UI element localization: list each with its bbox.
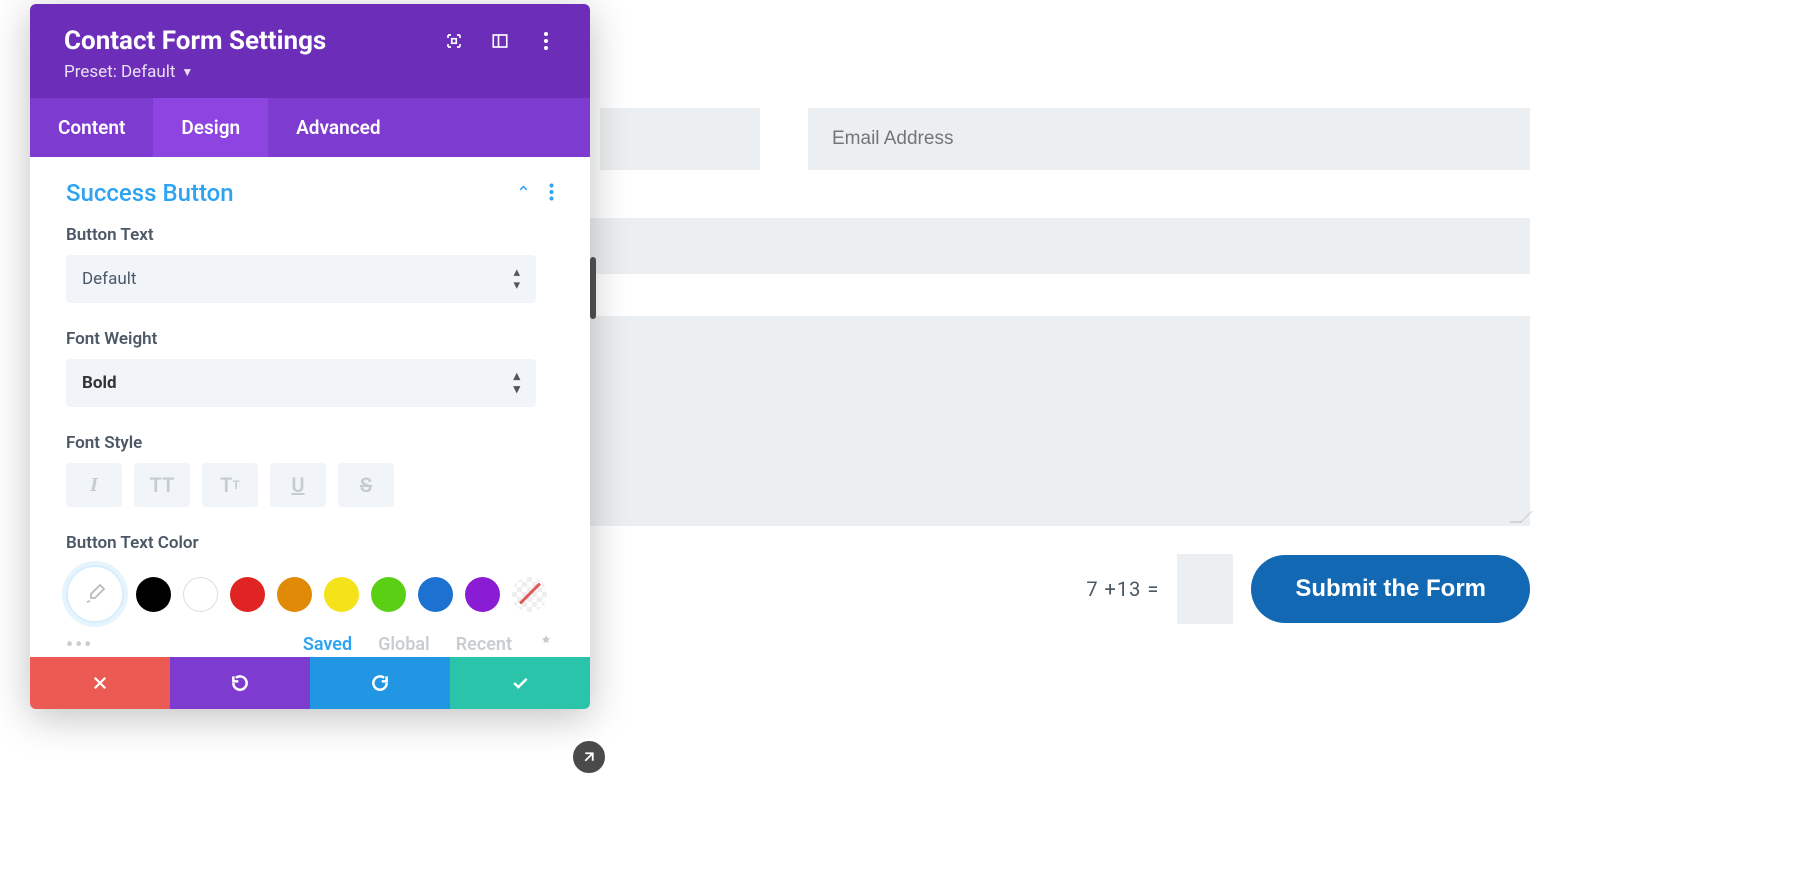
swatch-blue[interactable]: [418, 577, 453, 612]
captcha-input[interactable]: [1177, 554, 1233, 624]
swatch-green[interactable]: [371, 577, 406, 612]
swatch-purple[interactable]: [465, 577, 500, 612]
color-tab-saved[interactable]: Saved: [303, 634, 352, 655]
preset-label: Preset: Default: [64, 62, 175, 82]
italic-button[interactable]: I: [66, 463, 122, 507]
color-swatches: [66, 565, 554, 623]
tab-advanced[interactable]: Advanced: [268, 98, 408, 157]
swatch-black[interactable]: [136, 577, 171, 612]
color-tab-recent[interactable]: Recent: [456, 634, 512, 655]
name-field[interactable]: [600, 108, 760, 170]
uppercase-button[interactable]: TT: [134, 463, 190, 507]
snap-icon[interactable]: [490, 31, 510, 51]
redo-button[interactable]: [310, 657, 450, 709]
button-text-label: Button Text: [66, 225, 554, 245]
font-weight-group: Font Weight Bold ▴▾: [66, 329, 554, 407]
panel-footer: [30, 657, 590, 709]
expand-icon[interactable]: [444, 31, 464, 51]
chevron-up-icon[interactable]: ⌃: [516, 183, 531, 204]
swatch-yellow[interactable]: [324, 577, 359, 612]
swatch-red[interactable]: [230, 577, 265, 612]
section-menu-icon[interactable]: [549, 183, 554, 204]
section-title: Success Button: [66, 179, 516, 207]
panel-header: Contact Form Settings Preset: Default ▼: [30, 4, 590, 98]
panel-title: Contact Form Settings: [64, 26, 444, 56]
tab-design[interactable]: Design: [153, 98, 268, 157]
settings-panel: Contact Form Settings Preset: Default ▼ …: [30, 4, 590, 709]
strikethrough-button[interactable]: S: [338, 463, 394, 507]
smallcaps-button[interactable]: TT: [202, 463, 258, 507]
font-style-label: Font Style: [66, 433, 554, 453]
color-tabs: ••• Saved Global Recent: [66, 633, 554, 655]
color-settings-icon[interactable]: [538, 634, 554, 655]
more-swatches-icon[interactable]: •••: [66, 633, 93, 655]
cancel-button[interactable]: [30, 657, 170, 709]
underline-button[interactable]: U: [270, 463, 326, 507]
button-text-group: Button Text Default ▴▾: [66, 225, 554, 303]
select-caret-icon: ▴▾: [513, 266, 520, 292]
preset-selector[interactable]: Preset: Default ▼: [64, 62, 556, 82]
font-style-group: Font Style I TT TT U S: [66, 433, 554, 507]
email-field[interactable]: [808, 108, 1530, 170]
button-text-color-label: Button Text Color: [66, 533, 554, 553]
save-button[interactable]: [450, 657, 590, 709]
color-picker-button[interactable]: [66, 565, 124, 623]
drag-handle-icon[interactable]: [570, 738, 608, 776]
font-weight-label: Font Weight: [66, 329, 554, 349]
tabs: Content Design Advanced: [30, 98, 590, 157]
color-tab-global[interactable]: Global: [378, 634, 430, 655]
button-text-color-group: Button Text Color ••• Saved Global: [66, 533, 554, 655]
button-text-select[interactable]: Default ▴▾: [66, 255, 536, 303]
swatch-transparent[interactable]: [512, 577, 547, 612]
page-preview: 7 +13 = Submit the Form: [600, 108, 1800, 624]
swatch-orange[interactable]: [277, 577, 312, 612]
captcha-label: 7 +13 =: [1086, 577, 1159, 601]
scrollbar-thumb[interactable]: [590, 257, 596, 319]
submit-button[interactable]: Submit the Form: [1251, 555, 1530, 623]
font-weight-select[interactable]: Bold ▴▾: [66, 359, 536, 407]
undo-button[interactable]: [170, 657, 310, 709]
tab-content[interactable]: Content: [30, 98, 153, 157]
caret-down-icon: ▼: [181, 65, 193, 79]
swatch-white[interactable]: [183, 577, 218, 612]
select-caret-icon: ▴▾: [513, 370, 520, 396]
more-icon[interactable]: [536, 31, 556, 51]
